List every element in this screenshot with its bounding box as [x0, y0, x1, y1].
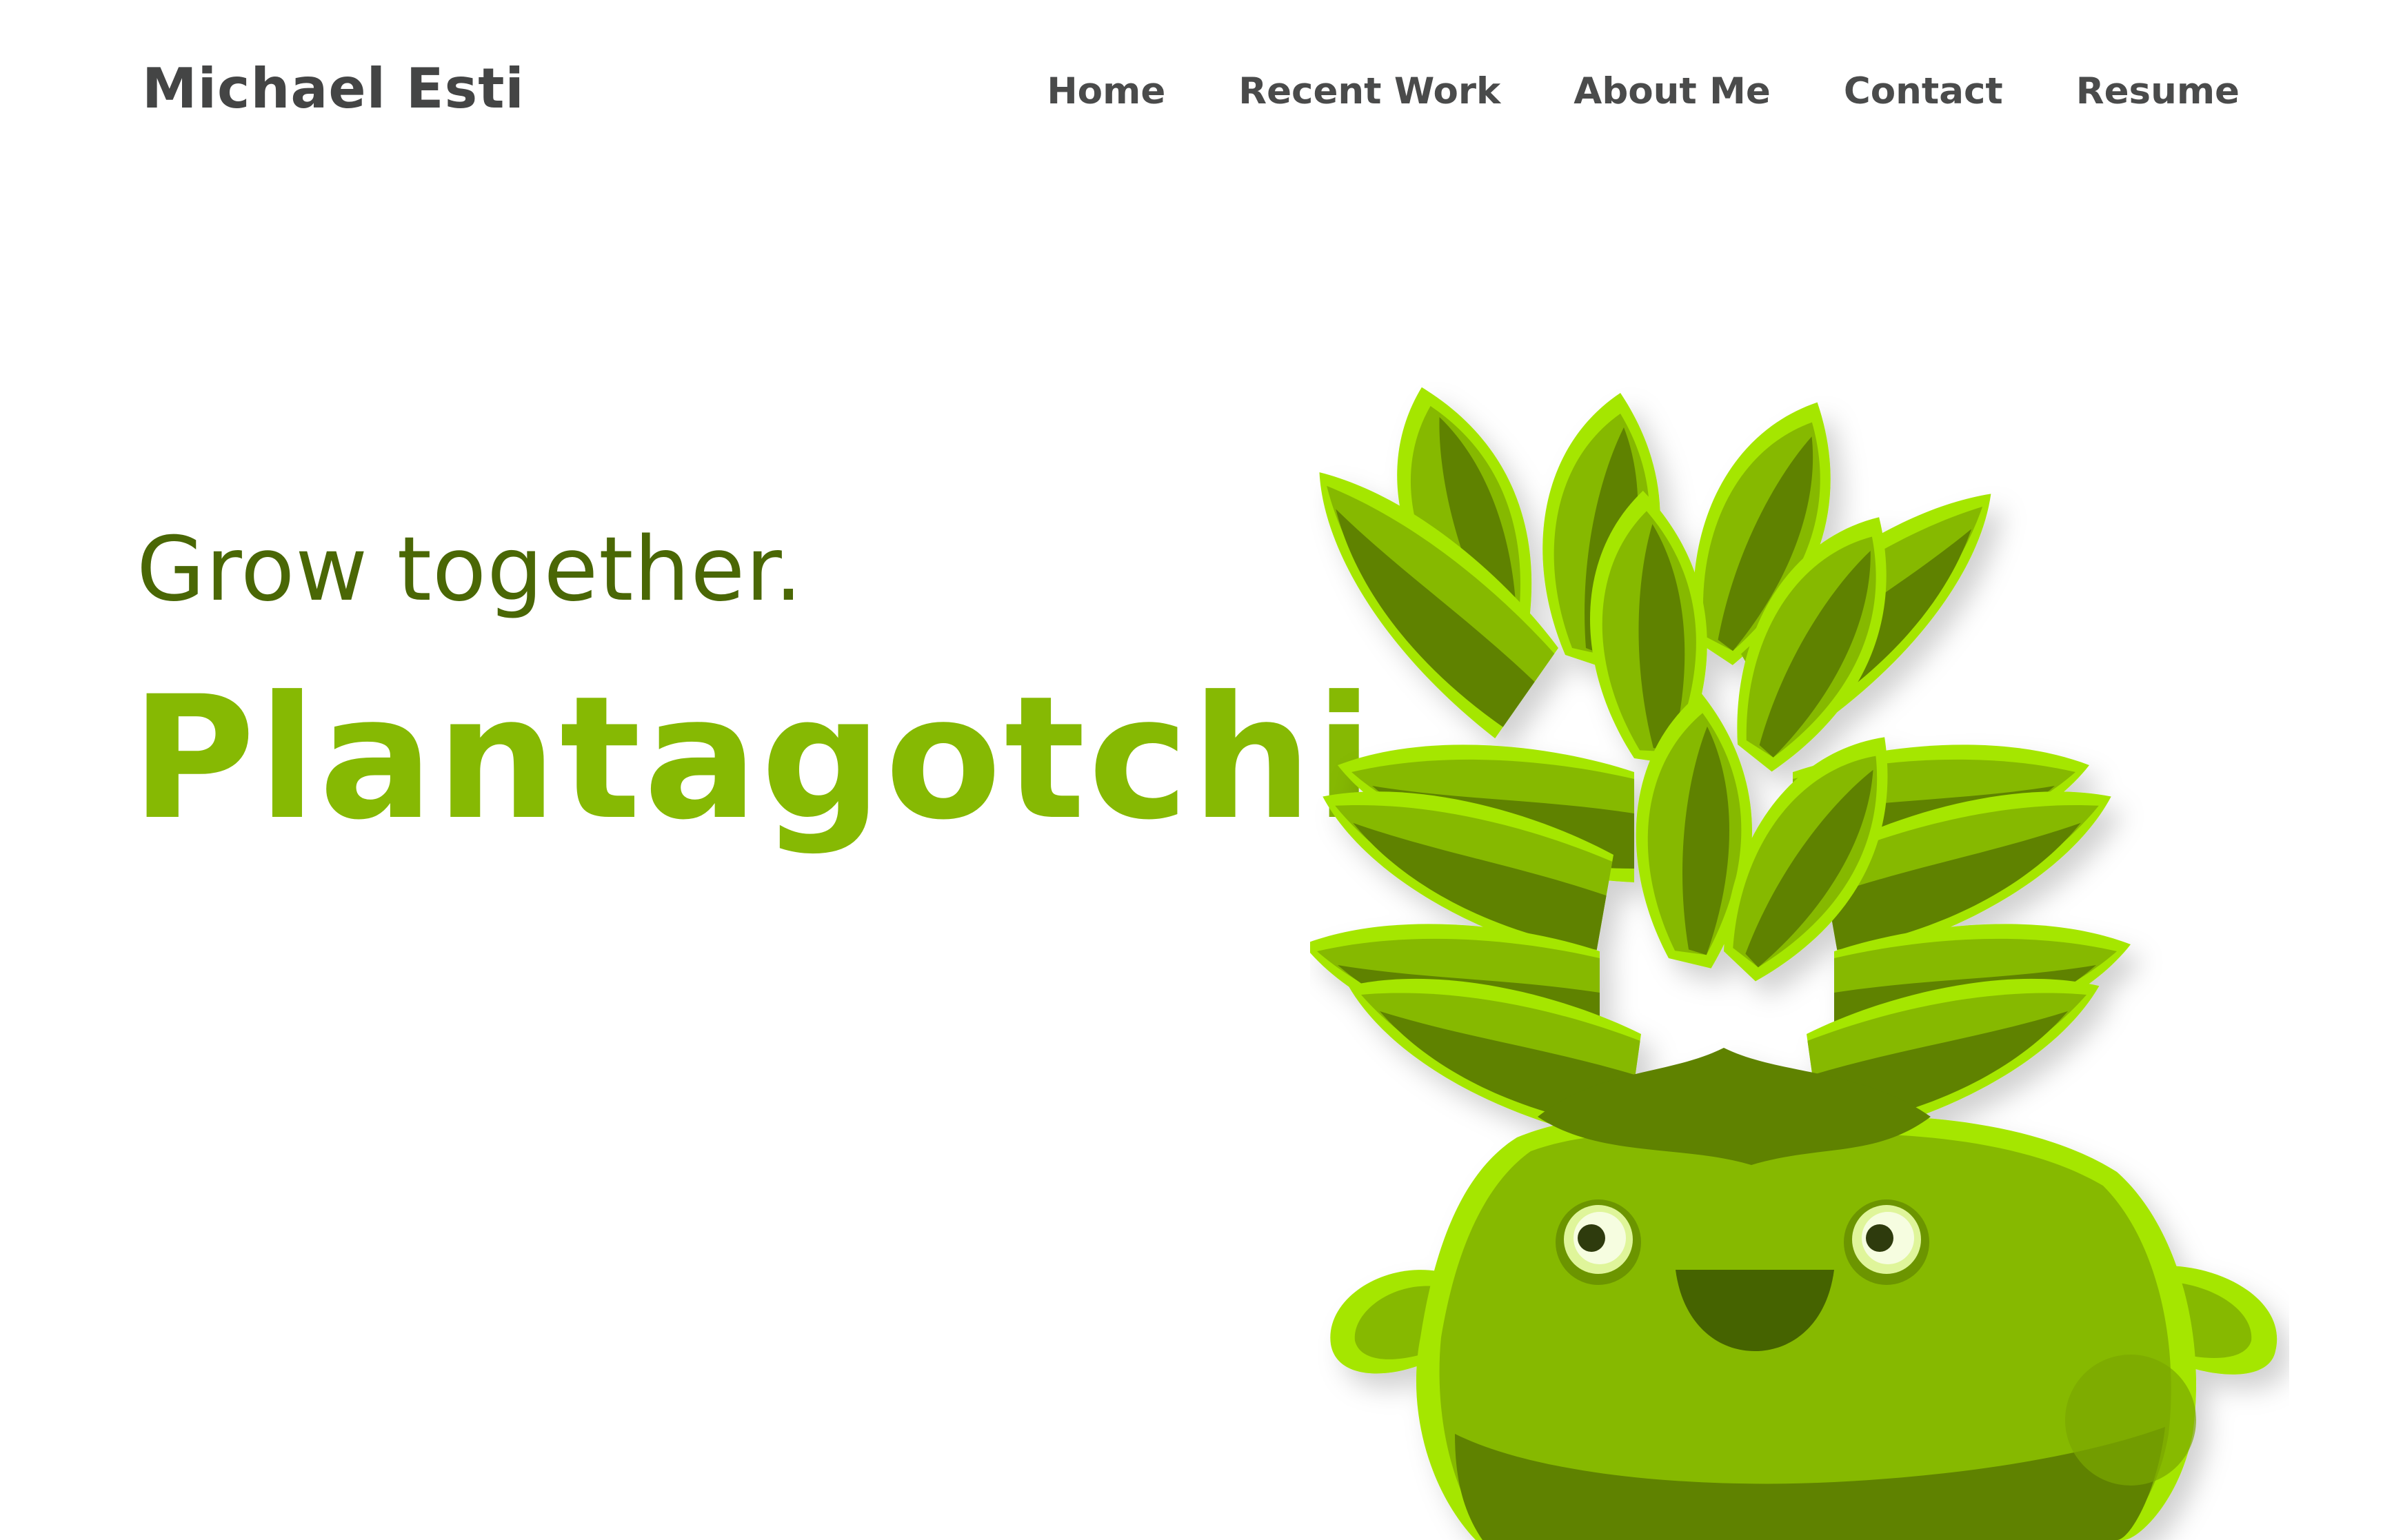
nav-recent-work-link[interactable]: Recent Work [1238, 70, 1500, 112]
brand-logo-link[interactable]: Michael Esti [142, 57, 525, 121]
plant-mascot-illustration [1310, 370, 2278, 1540]
nav-home-link[interactable]: Home [1047, 70, 1165, 112]
main-nav: Home Recent Work About Me Contact Resume [1047, 70, 2240, 112]
hero-subtitle: Grow together. [137, 518, 803, 621]
site-header: Michael Esti Home Recent Work About Me C… [0, 0, 2383, 193]
hero-title: Plantagotchi [131, 660, 1376, 858]
nav-about-me-link[interactable]: About Me [1573, 70, 1771, 112]
nav-resume-link[interactable]: Resume [2076, 70, 2240, 112]
nav-contact-link[interactable]: Contact [1844, 70, 2003, 112]
